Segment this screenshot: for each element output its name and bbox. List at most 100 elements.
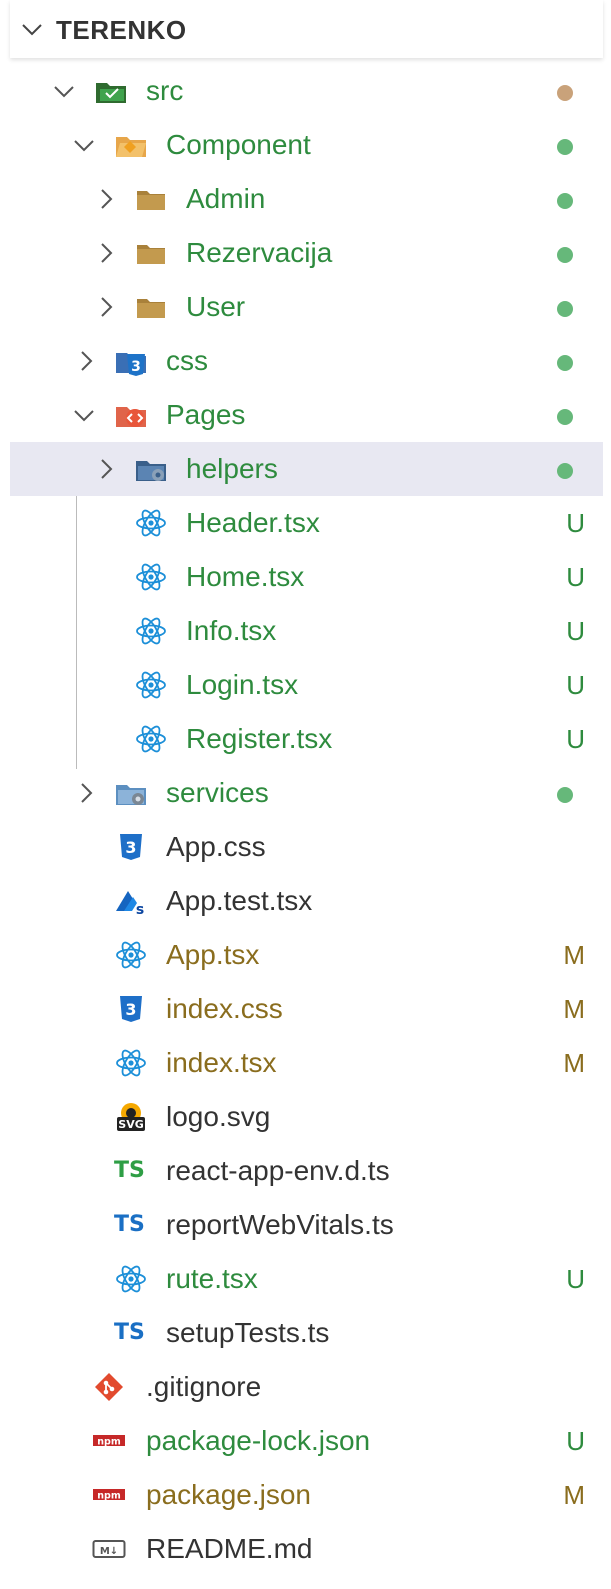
tree-item-react-app-env[interactable]: TS react-app-env.d.ts (10, 1144, 603, 1198)
svg-text:3: 3 (125, 838, 136, 857)
git-status-badge: M (563, 940, 585, 970)
git-status-dot (557, 85, 573, 101)
chevron-right-icon (101, 459, 113, 479)
tree-item-label: Header.tsx (186, 507, 320, 538)
markdown-icon: M↓ (92, 1540, 126, 1558)
tree-item-admin[interactable]: Admin (10, 172, 603, 226)
tree-item-home-tsx[interactable]: Home.tsx U (10, 550, 603, 604)
tree-item-pages[interactable]: Pages (10, 388, 603, 442)
chevron-down-icon (54, 86, 74, 98)
tree-item-css[interactable]: 3 css (10, 334, 603, 388)
tree-item-label: react-app-env.d.ts (166, 1155, 390, 1186)
tree-item-app-test-tsx[interactable]: s App.test.tsx (10, 874, 603, 928)
tree-item-label: Rezervacija (186, 237, 333, 268)
tree-item-app-tsx[interactable]: App.tsx M (10, 928, 603, 982)
explorer-section-header[interactable]: TERENKO (10, 0, 603, 58)
npm-icon: npm (93, 1489, 125, 1502)
git-status-badge: U (566, 724, 585, 754)
tree-item-index-tsx[interactable]: index.tsx M (10, 1036, 603, 1090)
tree-item-label: index.tsx (166, 1047, 277, 1078)
tree-item-report-web-vitals[interactable]: TS reportWebVitals.ts (10, 1198, 603, 1252)
git-status-badge: M (563, 1048, 585, 1078)
tree-item-gitignore[interactable]: .gitignore (10, 1360, 603, 1414)
tree-item-index-css[interactable]: 3 index.css M (10, 982, 603, 1036)
npm-icon: npm (93, 1435, 125, 1448)
tree-item-label: App.test.tsx (166, 885, 313, 916)
git-status-dot (557, 193, 573, 209)
tree-item-helpers[interactable]: helpers (10, 442, 603, 496)
git-status-badge: U (566, 1264, 585, 1294)
tree-item-label: Login.tsx (186, 669, 299, 700)
folder-services-icon (116, 785, 146, 805)
tree-item-register-tsx[interactable]: Register.tsx U (10, 712, 603, 766)
tree-item-label: css (166, 345, 208, 376)
tree-item-label: App.css (166, 831, 266, 862)
chevron-right-icon (81, 351, 93, 371)
react-icon (136, 563, 166, 591)
tree-item-label: reportWebVitals.ts (166, 1209, 394, 1240)
tree-item-readme-md[interactable]: M↓ README.md (10, 1522, 603, 1576)
react-icon (136, 671, 166, 699)
tree-item-label: App.tsx (166, 939, 260, 970)
git-status-badge: U (566, 508, 585, 538)
git-status-dot (557, 409, 573, 425)
section-title: TERENKO (56, 15, 187, 45)
tree-item-rute-tsx[interactable]: rute.tsx U (10, 1252, 603, 1306)
chevron-right-icon (101, 243, 113, 263)
tree-item-label: rute.tsx (166, 1263, 258, 1294)
file-explorer: TERENKO src Component Admin Rezervacija … (10, 0, 603, 1589)
tree-item-package-json[interactable]: npm package.json M (10, 1468, 603, 1522)
ts-icon: TS (114, 1320, 145, 1345)
tree-item-setup-tests[interactable]: TS setupTests.ts (10, 1306, 603, 1360)
git-status-badge: U (566, 670, 585, 700)
tree-item-label: setupTests.ts (166, 1317, 330, 1348)
svg-text:SVG: SVG (118, 1118, 143, 1131)
react-icon (116, 941, 146, 969)
git-status-badge: M (563, 994, 585, 1024)
tree-item-rezervacija[interactable]: Rezervacija (10, 226, 603, 280)
ts-icon: TS (114, 1212, 145, 1237)
svg-text:3: 3 (131, 359, 141, 375)
git-status-badge: U (566, 1426, 585, 1456)
tree-item-info-tsx[interactable]: Info.tsx U (10, 604, 603, 658)
tree-item-label: index.css (166, 993, 283, 1024)
git-status-badge: M (563, 1480, 585, 1510)
tree-item-login-tsx[interactable]: Login.tsx U (10, 658, 603, 712)
git-status-dot (557, 463, 573, 479)
tree-item-label: services (166, 777, 269, 808)
tree-item-label: helpers (186, 453, 278, 484)
react-icon (136, 509, 166, 537)
chevron-down-icon (22, 24, 42, 36)
react-icon (116, 1049, 146, 1077)
tree-item-label: Home.tsx (186, 561, 305, 592)
tree-item-label: Admin (186, 183, 266, 214)
css3-icon: 3 (120, 834, 142, 860)
git-status-dot (557, 355, 573, 371)
git-status-badge: U (566, 616, 585, 646)
tree-item-user[interactable]: User (10, 280, 603, 334)
tree-item-header-tsx[interactable]: Header.tsx U (10, 496, 603, 550)
tree-item-label: Pages (166, 399, 246, 430)
git-icon (95, 1373, 123, 1401)
tree-item-label: README.md (146, 1533, 313, 1564)
tree-item-package-lock-json[interactable]: npm package-lock.json U (10, 1414, 603, 1468)
tree-item-label: src (146, 75, 184, 106)
tree-item-app-css[interactable]: 3 App.css (10, 820, 603, 874)
tree-item-services[interactable]: services (10, 766, 603, 820)
tree-item-component[interactable]: Component (10, 118, 603, 172)
folder-src-icon (96, 83, 126, 103)
tree-item-label: logo.svg (166, 1101, 271, 1132)
folder-css-icon: 3 (116, 353, 146, 376)
tree-item-label: package.json (146, 1479, 312, 1510)
tree-item-src[interactable]: src (10, 64, 603, 118)
svg-text:3: 3 (125, 1000, 136, 1019)
folder-icon (137, 299, 165, 318)
ts-green-icon: TS (114, 1158, 145, 1183)
react-icon (136, 617, 166, 645)
chevron-right-icon (101, 189, 113, 209)
svg-text:s: s (136, 902, 144, 917)
test-icon: s (116, 891, 144, 917)
tree-item-label: Register.tsx (186, 723, 333, 754)
git-status-dot (557, 787, 573, 803)
tree-item-logo-svg[interactable]: SVG logo.svg (10, 1090, 603, 1144)
